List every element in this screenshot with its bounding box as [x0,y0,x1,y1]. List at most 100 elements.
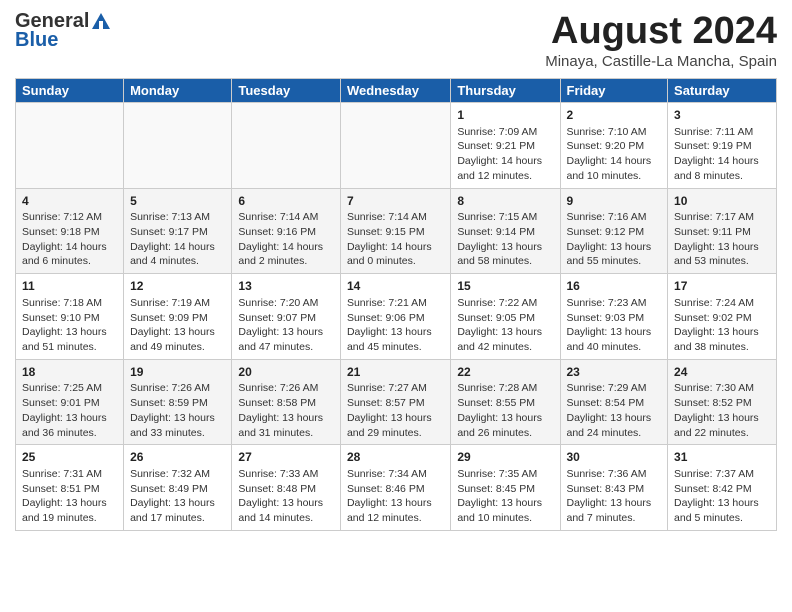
day-of-week-header: Thursday [451,79,560,103]
calendar-cell: 3 Sunrise: 7:11 AM Sunset: 9:19 PM Daylig… [668,103,777,189]
day-number: 5 [130,193,225,210]
day-number: 14 [347,278,444,295]
calendar-cell [340,103,450,189]
day-info: Sunrise: 7:11 AM Sunset: 9:19 PM Dayligh… [674,126,759,182]
calendar-cell: 16 Sunrise: 7:23 AM Sunset: 9:03 PM Dayli… [560,274,668,360]
day-number: 4 [22,193,117,210]
day-number: 3 [674,107,770,124]
calendar-cell [124,103,232,189]
calendar-cell: 30 Sunrise: 7:36 AM Sunset: 8:43 PM Dayli… [560,445,668,531]
day-number: 9 [567,193,662,210]
day-number: 21 [347,364,444,381]
day-info: Sunrise: 7:21 AM Sunset: 9:06 PM Dayligh… [347,297,432,353]
day-number: 11 [22,278,117,295]
day-number: 8 [457,193,553,210]
calendar-cell [232,103,341,189]
calendar-cell: 28Sunrise: 7:34 AM Sunset: 8:46 PM Dayli… [340,445,450,531]
day-info: Sunrise: 7:15 AM Sunset: 9:14 PM Dayligh… [457,211,542,267]
day-number: 30 [567,449,662,466]
calendar-cell: 7Sunrise: 7:14 AM Sunset: 9:15 PM Daylig… [340,188,450,274]
calendar-cell: 9Sunrise: 7:16 AM Sunset: 9:12 PM Daylig… [560,188,668,274]
calendar-cell: 26 Sunrise: 7:32 AM Sunset: 8:49 PM Dayli… [124,445,232,531]
day-info: Sunrise: 7:09 AM Sunset: 9:21 PM Dayligh… [457,126,542,182]
day-info: Sunrise: 7:14 AM Sunset: 9:15 PM Dayligh… [347,211,432,267]
day-number: 23 [567,364,662,381]
day-info: Sunrise: 7:12 AM Sunset: 9:18 PM Dayligh… [22,211,107,267]
calendar-cell: 19Sunrise: 7:26 AM Sunset: 8:59 PM Dayli… [124,359,232,445]
day-number: 10 [674,193,770,210]
calendar-cell [16,103,124,189]
logo-blue-text: Blue [15,29,113,52]
day-number: 24 [674,364,770,381]
day-number: 31 [674,449,770,466]
calendar-cell: 14 Sunrise: 7:21 AM Sunset: 9:06 PM Dayli… [340,274,450,360]
day-of-week-header: Wednesday [340,79,450,103]
day-info: Sunrise: 7:19 AM Sunset: 9:09 PM Dayligh… [130,297,215,353]
day-number: 17 [674,278,770,295]
day-info: Sunrise: 7:10 AM Sunset: 9:20 PM Dayligh… [567,126,652,182]
calendar-week-row: 4Sunrise: 7:12 AM Sunset: 9:18 PM Daylig… [16,188,777,274]
day-info: Sunrise: 7:14 AM Sunset: 9:16 PM Dayligh… [238,211,323,267]
calendar-cell: 10Sunrise: 7:17 AM Sunset: 9:11 PM Dayli… [668,188,777,274]
day-info: Sunrise: 7:22 AM Sunset: 9:05 PM Dayligh… [457,297,542,353]
day-number: 6 [238,193,334,210]
calendar-cell: 24Sunrise: 7:30 AM Sunset: 8:52 PM Dayli… [668,359,777,445]
day-info: Sunrise: 7:34 AM Sunset: 8:46 PM Dayligh… [347,468,432,524]
calendar-cell: 8Sunrise: 7:15 AM Sunset: 9:14 PM Daylig… [451,188,560,274]
calendar-header-row: SundayMondayTuesdayWednesdayThursdayFrid… [16,79,777,103]
calendar-cell: 27Sunrise: 7:33 AM Sunset: 8:48 PM Dayli… [232,445,341,531]
month-year-title: August 2024 [545,10,777,53]
calendar-cell: 23Sunrise: 7:29 AM Sunset: 8:54 PM Dayli… [560,359,668,445]
day-number: 29 [457,449,553,466]
calendar-cell: 11Sunrise: 7:18 AM Sunset: 9:10 PM Dayli… [16,274,124,360]
day-info: Sunrise: 7:31 AM Sunset: 8:51 PM Dayligh… [22,468,107,524]
calendar-week-row: 1Sunrise: 7:09 AM Sunset: 9:21 PM Daylig… [16,103,777,189]
day-info: Sunrise: 7:17 AM Sunset: 9:11 PM Dayligh… [674,211,759,267]
calendar-cell: 1Sunrise: 7:09 AM Sunset: 9:21 PM Daylig… [451,103,560,189]
calendar-cell: 21Sunrise: 7:27 AM Sunset: 8:57 PM Dayli… [340,359,450,445]
calendar-cell: 31Sunrise: 7:37 AM Sunset: 8:42 PM Dayli… [668,445,777,531]
calendar-table: SundayMondayTuesdayWednesdayThursdayFrid… [15,78,777,531]
day-info: Sunrise: 7:24 AM Sunset: 9:02 PM Dayligh… [674,297,759,353]
header: General Blue August 2024 Minaya, Castill… [15,10,777,70]
day-info: Sunrise: 7:28 AM Sunset: 8:55 PM Dayligh… [457,382,542,438]
day-of-week-header: Friday [560,79,668,103]
day-number: 22 [457,364,553,381]
calendar-cell: 2 Sunrise: 7:10 AM Sunset: 9:20 PM Daylig… [560,103,668,189]
day-info: Sunrise: 7:36 AM Sunset: 8:43 PM Dayligh… [567,468,652,524]
day-number: 19 [130,364,225,381]
day-number: 26 [130,449,225,466]
day-info: Sunrise: 7:23 AM Sunset: 9:03 PM Dayligh… [567,297,652,353]
day-number: 16 [567,278,662,295]
day-info: Sunrise: 7:26 AM Sunset: 8:58 PM Dayligh… [238,382,323,438]
day-info: Sunrise: 7:30 AM Sunset: 8:52 PM Dayligh… [674,382,759,438]
day-number: 7 [347,193,444,210]
day-of-week-header: Monday [124,79,232,103]
calendar-cell: 15Sunrise: 7:22 AM Sunset: 9:05 PM Dayli… [451,274,560,360]
day-info: Sunrise: 7:25 AM Sunset: 9:01 PM Dayligh… [22,382,107,438]
title-section: August 2024 Minaya, Castille-La Mancha, … [545,10,777,70]
day-number: 25 [22,449,117,466]
day-number: 2 [567,107,662,124]
calendar-cell: 17 Sunrise: 7:24 AM Sunset: 9:02 PM Dayli… [668,274,777,360]
day-info: Sunrise: 7:16 AM Sunset: 9:12 PM Dayligh… [567,211,652,267]
day-of-week-header: Tuesday [232,79,341,103]
calendar-week-row: 18Sunrise: 7:25 AM Sunset: 9:01 PM Dayli… [16,359,777,445]
day-number: 18 [22,364,117,381]
calendar-week-row: 11Sunrise: 7:18 AM Sunset: 9:10 PM Dayli… [16,274,777,360]
calendar-cell: 22Sunrise: 7:28 AM Sunset: 8:55 PM Dayli… [451,359,560,445]
day-number: 12 [130,278,225,295]
location-text: Minaya, Castille-La Mancha, Spain [545,53,777,70]
day-number: 13 [238,278,334,295]
day-info: Sunrise: 7:20 AM Sunset: 9:07 PM Dayligh… [238,297,323,353]
calendar-cell: 20Sunrise: 7:26 AM Sunset: 8:58 PM Dayli… [232,359,341,445]
day-info: Sunrise: 7:35 AM Sunset: 8:45 PM Dayligh… [457,468,542,524]
calendar-cell: 18Sunrise: 7:25 AM Sunset: 9:01 PM Dayli… [16,359,124,445]
day-info: Sunrise: 7:27 AM Sunset: 8:57 PM Dayligh… [347,382,432,438]
day-info: Sunrise: 7:13 AM Sunset: 9:17 PM Dayligh… [130,211,215,267]
day-info: Sunrise: 7:32 AM Sunset: 8:49 PM Dayligh… [130,468,215,524]
day-info: Sunrise: 7:29 AM Sunset: 8:54 PM Dayligh… [567,382,652,438]
day-of-week-header: Sunday [16,79,124,103]
calendar-week-row: 25 Sunrise: 7:31 AM Sunset: 8:51 PM Dayli… [16,445,777,531]
calendar-cell: 25 Sunrise: 7:31 AM Sunset: 8:51 PM Dayli… [16,445,124,531]
